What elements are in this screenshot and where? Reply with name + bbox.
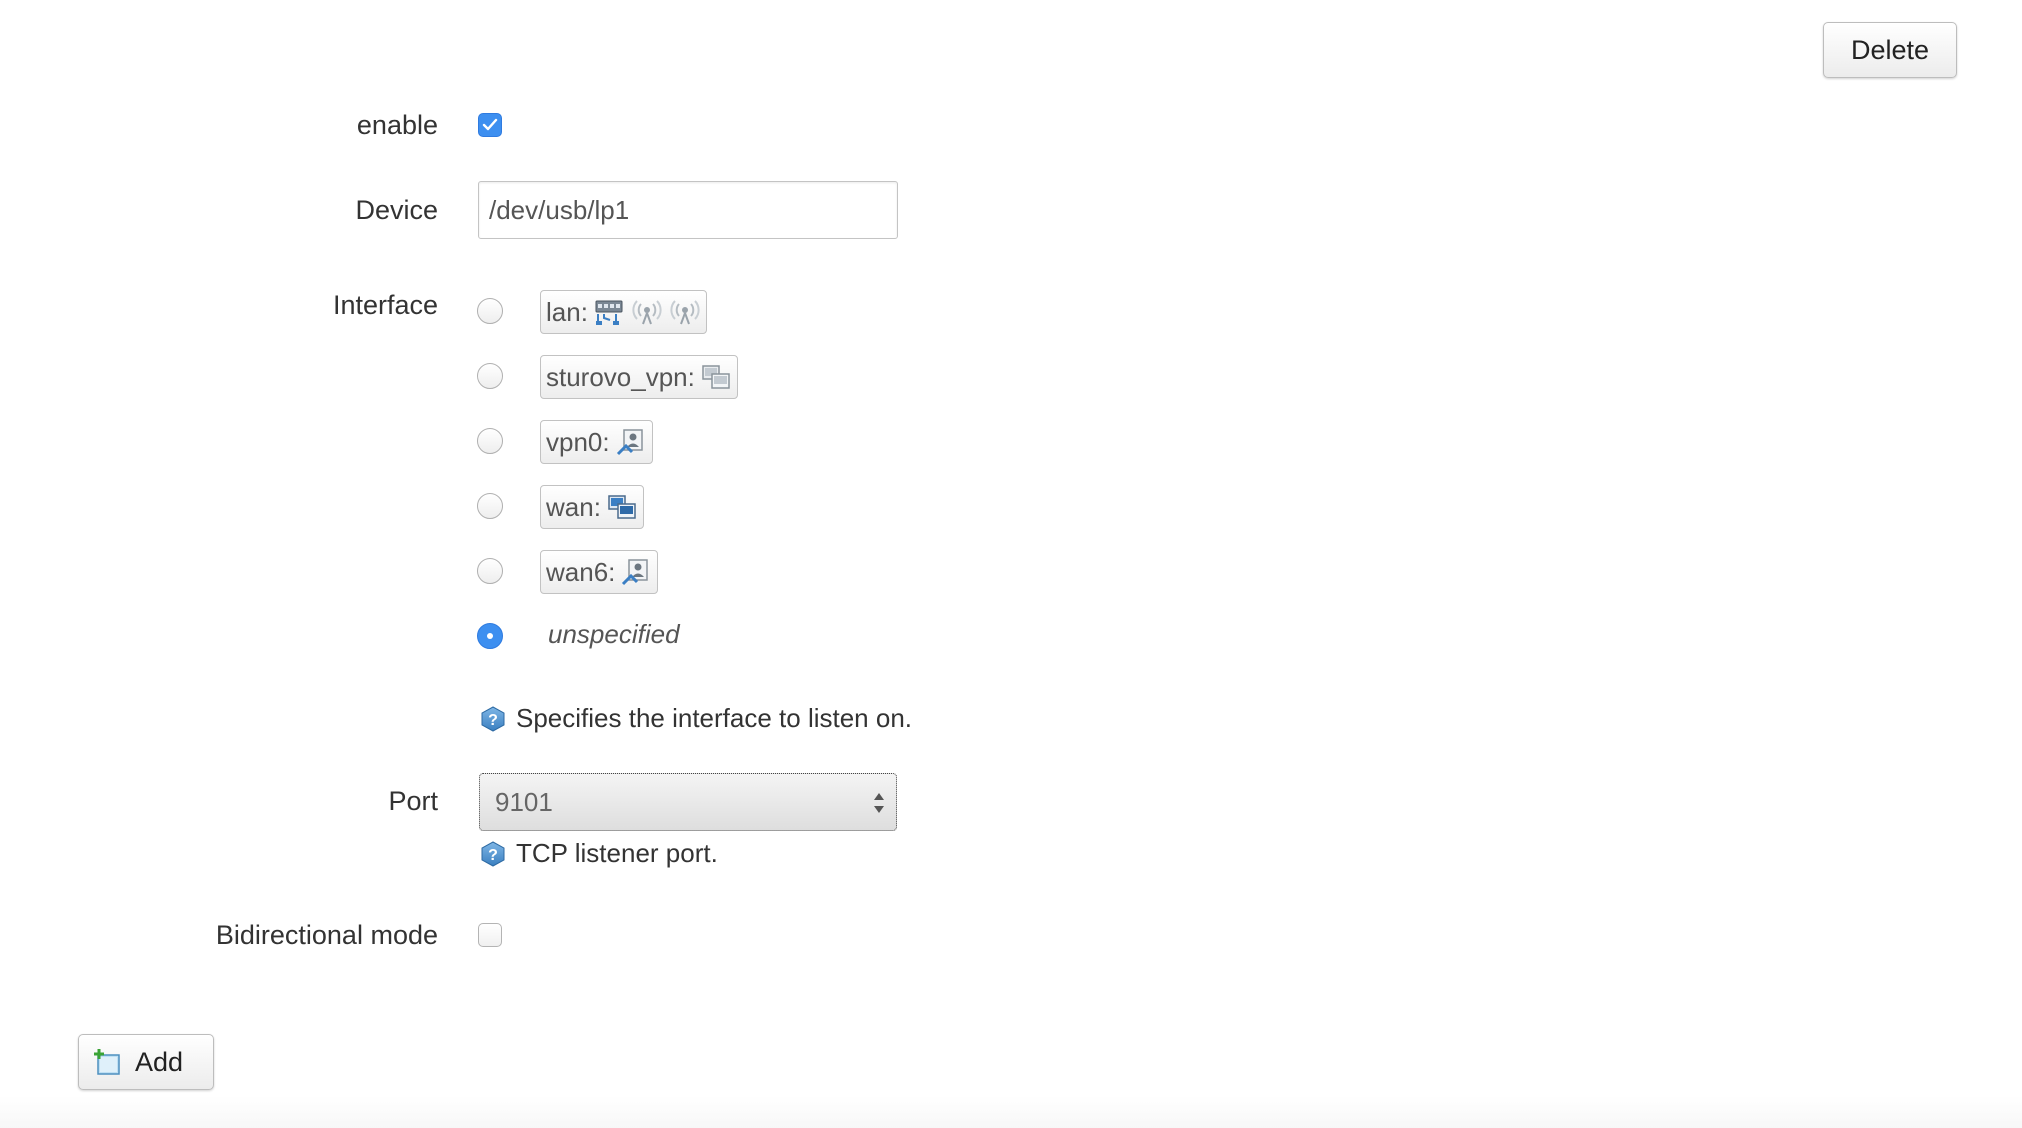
interface-badge-vpn0[interactable]: vpn0: [540,420,653,464]
interface-name-wan: wan: [546,491,601,522]
interface-radio-sturovo-vpn[interactable] [477,363,503,389]
device-label: Device [355,195,438,225]
port-label: Port [388,786,438,816]
interface-name-lan: lan: [546,296,588,327]
help-icon: ? [481,840,505,867]
add-icon [94,1049,120,1075]
checkmark-icon [482,118,498,131]
interface-radio-wan[interactable] [477,493,503,519]
port-select-value: 9101 [495,786,553,817]
help-icon: ? [481,705,505,732]
page-footer-band [0,1096,2022,1128]
svg-text:?: ? [488,712,498,729]
bidirectional-checkbox[interactable] [478,923,502,947]
delete-button-label: Delete [1850,34,1930,65]
network-icon [608,495,636,519]
interface-radio-vpn0[interactable] [477,428,503,454]
add-button-label: Add [135,1046,184,1077]
select-arrows-icon [874,793,884,813]
vpn-user-icon [622,559,649,586]
interface-radio-unspecified[interactable] [477,623,503,649]
interface-radio-lan[interactable] [477,298,503,324]
ethernet-switch-icon [595,300,623,325]
interface-radio-wan6[interactable] [477,558,503,584]
port-select[interactable]: 9101 [479,773,897,831]
wifi-disabled-icon [670,300,700,325]
interface-unspecified-label[interactable]: unspecified [548,619,680,650]
interface-badge-wan[interactable]: wan: [540,485,644,529]
interface-badge-wan6[interactable]: wan6: [540,550,659,594]
device-input[interactable] [478,181,898,239]
enable-label: enable [356,110,438,140]
wifi-disabled-icon [632,300,662,325]
interface-help: ? Specifies the interface to listen on. [480,703,912,734]
interface-name-vpn0: vpn0: [546,426,610,457]
tunnel-icon [702,365,730,389]
svg-text:?: ? [488,847,498,864]
interface-name-wan6: wan6: [546,556,616,587]
interface-name-sturovo-vpn: sturovo_vpn: [546,361,695,392]
add-button[interactable]: Add [78,1034,214,1090]
delete-button[interactable]: Delete [1823,22,1957,78]
interface-help-text: Specifies the interface to listen on. [516,703,913,733]
interface-badge-sturovo-vpn[interactable]: sturovo_vpn: [540,355,738,399]
vpn-user-icon [616,429,643,456]
port-help: ? TCP listener port. [480,838,718,869]
enable-checkbox[interactable] [478,113,502,137]
interface-label: Interface [332,290,438,320]
bidirectional-label: Bidirectional mode [215,920,438,950]
port-help-text: TCP listener port. [516,838,718,868]
interface-badge-lan[interactable]: lan: [540,290,707,334]
